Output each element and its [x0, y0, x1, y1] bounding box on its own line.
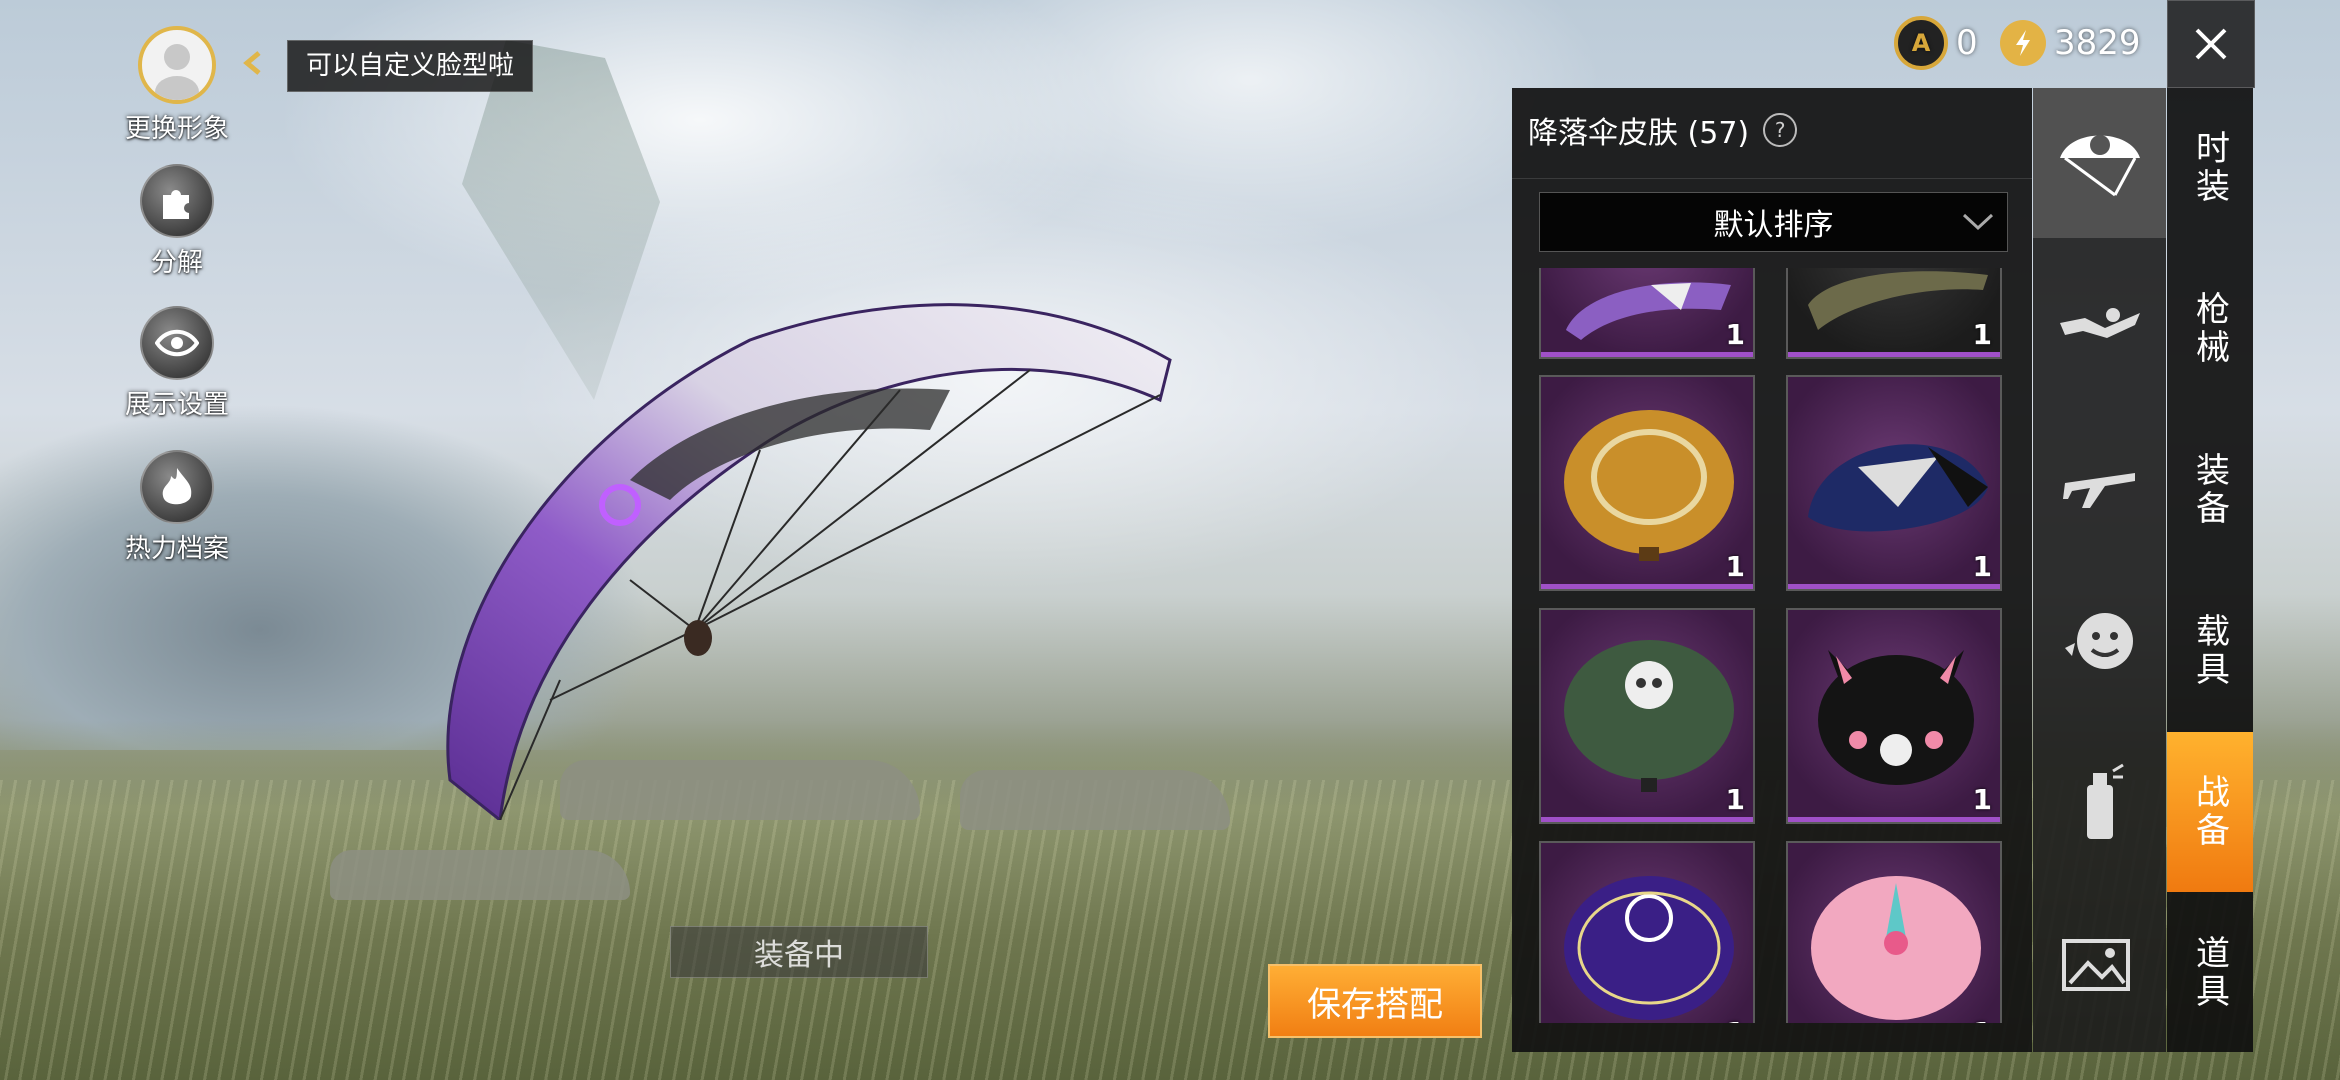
- tab-items[interactable]: 道具: [2167, 893, 2253, 1053]
- category-skydive[interactable]: [2033, 248, 2166, 398]
- skin-card-purple-mystic-parachute[interactable]: 1: [1539, 841, 1755, 1023]
- parachute-icon: [2059, 135, 2140, 197]
- parachute-preview[interactable]: [430, 300, 1190, 820]
- category-gallery[interactable]: [2033, 888, 2166, 1038]
- display-settings-button[interactable]: 展示设置: [92, 306, 262, 421]
- heat-archive-label: 热力档案: [124, 534, 229, 564]
- decompose-button[interactable]: 分解: [92, 164, 262, 279]
- heat-archive-button[interactable]: 热力档案: [92, 450, 262, 565]
- sort-label: 默认排序: [1713, 208, 1834, 243]
- gallery-icon: [2061, 939, 2130, 991]
- skin-panel: 降落伞皮肤 (57) ? 默认排序 1 1 1 1 1 1: [1512, 88, 2032, 1052]
- sort-dropdown[interactable]: 默认排序: [1539, 192, 2008, 252]
- uc-currency[interactable]: 3829: [2000, 16, 2141, 70]
- skin-card-golden-dragon-parachute[interactable]: 1: [1539, 375, 1755, 591]
- avatar-silhouette-icon: [155, 44, 199, 100]
- category-parachute[interactable]: [2033, 88, 2166, 238]
- category-emote[interactable]: [2033, 568, 2166, 718]
- skin-card-olive-parachute[interactable]: 1: [1786, 268, 2002, 359]
- rock: [330, 850, 630, 900]
- eye-icon: [140, 306, 214, 380]
- ag-coin-icon: A: [1894, 16, 1948, 70]
- divider: [1512, 178, 2032, 179]
- main-tabs: 时装 枪械 装备 载具 战备 道具: [2167, 88, 2253, 1052]
- flame-icon: [140, 450, 214, 524]
- tab-vehicles[interactable]: 载具: [2167, 571, 2253, 731]
- tooltip: 可以自定义脸型啦: [287, 40, 534, 92]
- ag-amount: 0: [1956, 23, 1978, 63]
- emote-icon: [2064, 613, 2133, 669]
- close-button[interactable]: [2167, 0, 2255, 88]
- item-count: 1: [1973, 1016, 1992, 1023]
- skin-card-blue-black-parachute[interactable]: 1: [1786, 375, 2002, 591]
- close-icon: [2195, 28, 2227, 60]
- skin-card-pink-compass-parachute[interactable]: 1: [1786, 841, 2002, 1023]
- purple-mystic-parachute-thumbnail: [1564, 876, 1734, 1020]
- item-count: 1: [1726, 1016, 1745, 1023]
- item-count: 1: [1725, 550, 1745, 583]
- item-count: 1: [1972, 318, 1992, 351]
- item-count: 1: [1972, 550, 1992, 583]
- skin-grid: 1 1 1 1 1 1: [1539, 268, 2019, 1023]
- tab-outfit[interactable]: 时装: [2167, 88, 2253, 248]
- category-spray[interactable]: [2033, 728, 2166, 878]
- panel-title: 降落伞皮肤 (57): [1528, 116, 1750, 151]
- item-count: 1: [1725, 783, 1745, 816]
- panel-header: 降落伞皮肤 (57) ?: [1528, 108, 1798, 152]
- item-count: 1: [1725, 318, 1745, 351]
- tab-combat-gear[interactable]: 战备: [2167, 732, 2253, 892]
- tab-weapons[interactable]: 枪械: [2167, 249, 2253, 409]
- uc-coin-icon: [2000, 20, 2046, 66]
- spray-icon: [2086, 763, 2124, 839]
- tab-equipment[interactable]: 装备: [2167, 410, 2253, 570]
- skydiver-icon: [2059, 308, 2140, 338]
- airplane-icon: [2062, 473, 2135, 508]
- change-avatar-button[interactable]: 更换形象: [92, 26, 262, 145]
- category-bar: [2033, 88, 2166, 1052]
- change-avatar-label: 更换形象: [124, 114, 229, 144]
- decompose-label: 分解: [150, 248, 203, 278]
- puzzle-icon: [140, 164, 214, 238]
- ag-currency[interactable]: A 0: [1894, 16, 1978, 70]
- avatar: [138, 26, 216, 104]
- category-airplane[interactable]: [2033, 408, 2166, 558]
- skin-card-skull-green-parachute[interactable]: 1: [1539, 608, 1755, 824]
- display-settings-label: 展示设置: [124, 390, 229, 420]
- item-count: 1: [1972, 783, 1992, 816]
- equipped-badge: 装备中: [670, 926, 928, 978]
- skin-card-purple-parachute[interactable]: 1: [1539, 268, 1755, 359]
- chevron-left-icon: [243, 51, 261, 75]
- uc-amount: 3829: [2054, 23, 2141, 63]
- save-outfit-button[interactable]: 保存搭配: [1268, 964, 1482, 1038]
- help-icon[interactable]: ?: [1763, 113, 1798, 147]
- chevron-down-icon: [1962, 213, 1994, 231]
- skin-card-black-cat-parachute[interactable]: 1: [1786, 608, 2002, 824]
- pink-compass-parachute-thumbnail: [1811, 876, 1981, 1020]
